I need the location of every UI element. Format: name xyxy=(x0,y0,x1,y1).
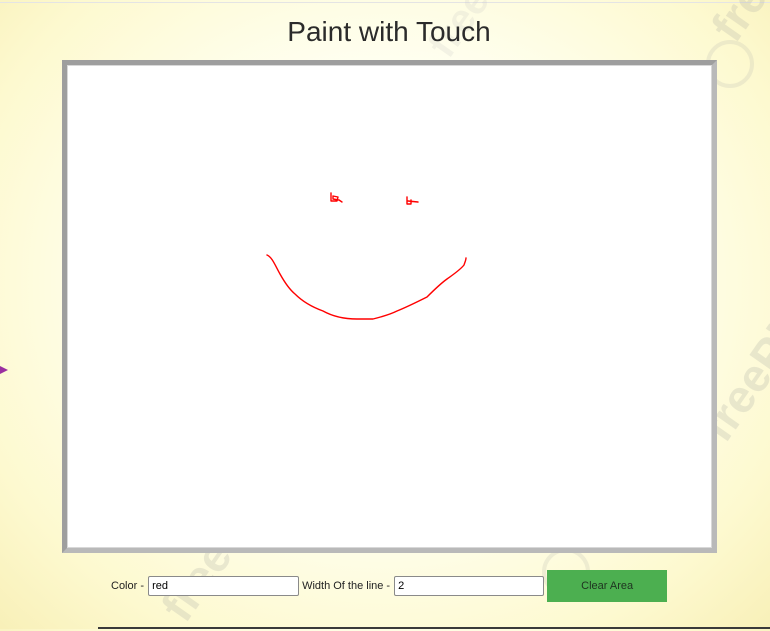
controls-bar: Color - Width Of the line - Clear Area xyxy=(111,570,668,602)
color-input[interactable] xyxy=(148,576,300,596)
color-label: Color - xyxy=(111,580,148,592)
line-width-input[interactable] xyxy=(394,576,545,596)
smile-stroke xyxy=(266,254,467,320)
drawing-surface[interactable] xyxy=(67,65,712,548)
edge-arrow-icon xyxy=(0,366,8,374)
clear-area-button[interactable]: Clear Area xyxy=(547,570,668,602)
right-eye-stroke xyxy=(406,196,419,205)
drawing-canvas[interactable] xyxy=(62,60,717,553)
page-title: Paint with Touch xyxy=(287,16,491,47)
drawn-strokes xyxy=(266,192,467,320)
left-eye-stroke xyxy=(330,192,343,203)
top-divider xyxy=(0,2,770,3)
line-width-label: Width Of the line - xyxy=(302,580,394,592)
